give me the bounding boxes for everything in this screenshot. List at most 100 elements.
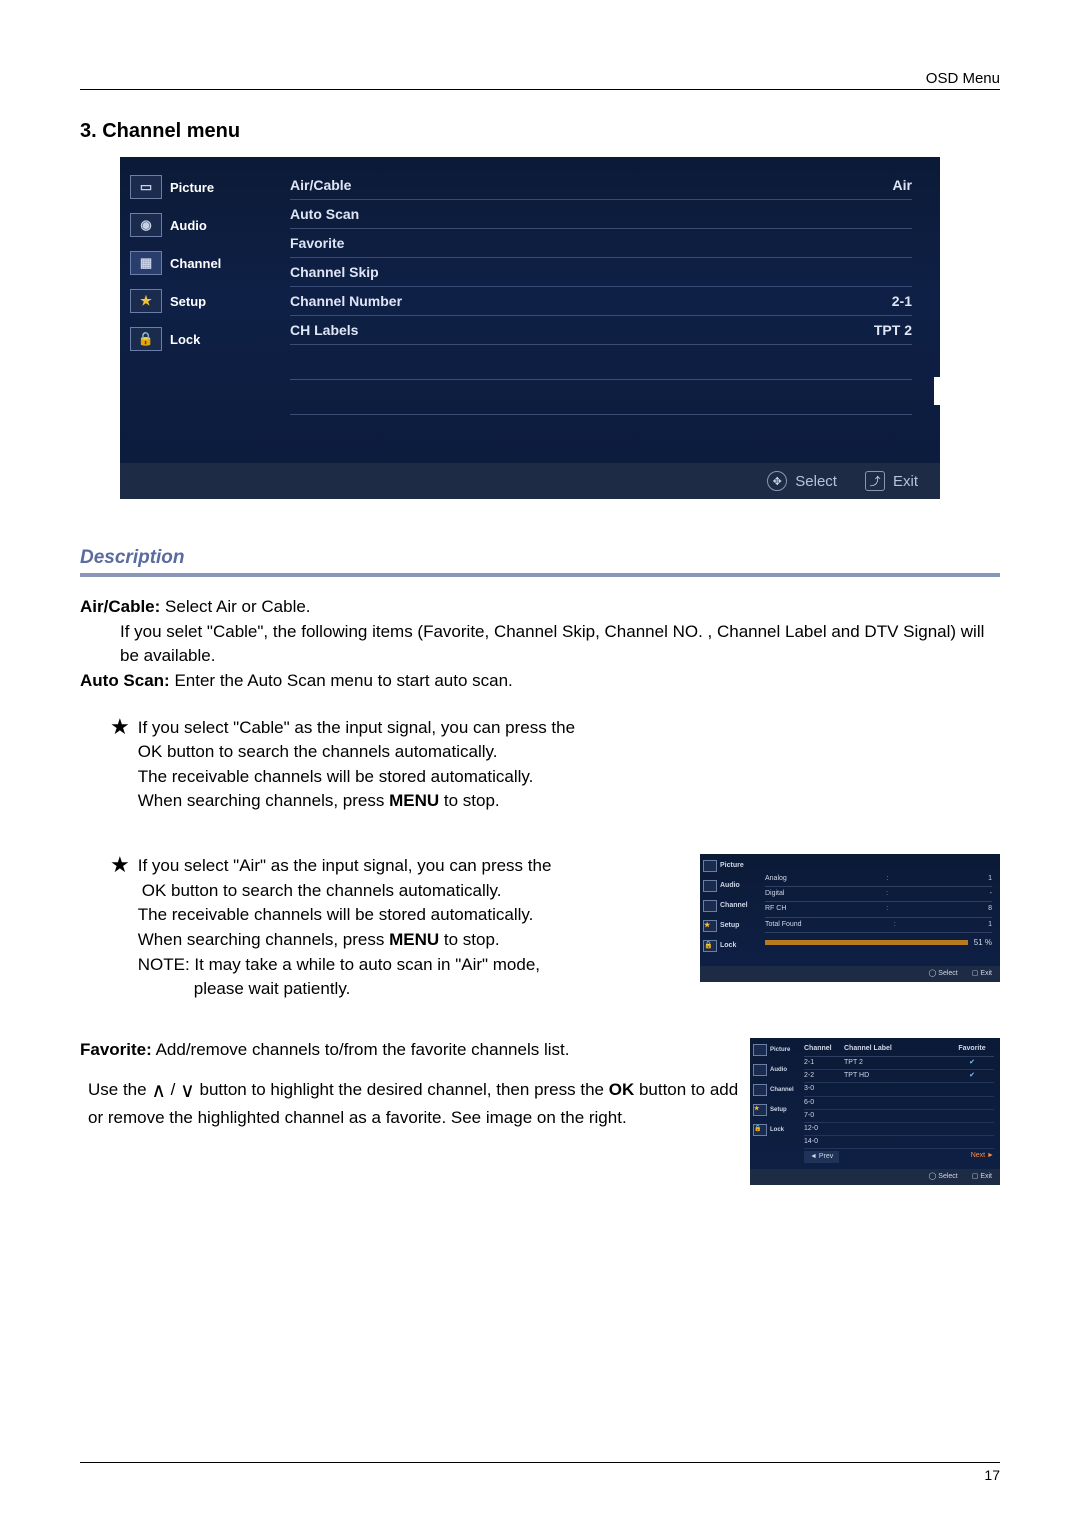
star-block-cable: ★ If you select "Cable" as the input sig… (80, 716, 1000, 815)
mini-side-label: Lock (720, 941, 736, 951)
osd-channel-menu: ▭ Picture ◉ Audio ▦ Channel ★ Setup 🔒 (120, 157, 940, 499)
star1-line3: The receivable channels will be stored a… (138, 765, 575, 790)
mini2-footer-exit: Exit (980, 1173, 992, 1180)
text-autoscan: Enter the Auto Scan menu to start auto s… (170, 671, 513, 690)
text-favorite: Add/remove channels to/from the favorite… (152, 1040, 570, 1059)
star2-line5: NOTE: It may take a while to auto scan i… (138, 953, 552, 978)
star2-line2: OK button to search the channels automat… (142, 879, 552, 904)
sidebar-item-lock[interactable]: 🔒 Lock (130, 327, 274, 351)
star-icon: ★ (110, 854, 130, 1002)
osd-row-blank (290, 345, 912, 380)
star2-line6: please wait patiently. (194, 977, 552, 1002)
osd-row-autoscan[interactable]: Auto Scan (290, 200, 912, 229)
mini-scan-value: 1 (988, 874, 992, 884)
osd-row-value: 2-1 (892, 293, 912, 309)
mini-scan-value: 1 (988, 920, 992, 930)
osd-row-value: Air (893, 177, 912, 193)
picture-icon: ▭ (130, 175, 162, 199)
osd-row-label: CH Labels (290, 322, 358, 338)
description-rule (80, 573, 1000, 577)
mini-side-label: Setup (720, 921, 739, 931)
setup-icon: ★ (130, 289, 162, 313)
text-aircable-note: If you selet "Cable", the following item… (120, 620, 1000, 669)
mini-scan-label: Total Found (765, 920, 802, 930)
osd-row-blank (290, 380, 912, 415)
fav-para-a: Use the (88, 1080, 151, 1099)
progress-text: 51 % (974, 937, 992, 949)
osd-row-value: TPT 2 (874, 322, 912, 338)
mini-side-label: Channel (720, 901, 748, 911)
mini-scan-label: Digital (765, 889, 784, 899)
footer-exit-label: Exit (893, 473, 918, 490)
osd-main-panel: Air/Cable Air Auto Scan Favorite Channel… (280, 157, 940, 463)
label-aircable: Air/Cable: (80, 597, 160, 616)
mini-scan-label: Analog (765, 874, 787, 884)
dpad-icon: ✥ (767, 471, 787, 491)
footer-select-label: Select (795, 473, 837, 490)
mini2-side-label: Picture (770, 1046, 790, 1055)
star1-line4c: to stop. (439, 791, 499, 810)
osd-row-chlabels[interactable]: CH Labels TPT 2 (290, 316, 912, 345)
mini2-side-label: Lock (770, 1126, 784, 1135)
fav-para-ok: OK (609, 1080, 635, 1099)
osd-row-label: Air/Cable (290, 177, 351, 193)
star1-line2: OK button to search the channels automat… (138, 740, 575, 765)
sidebar-item-label: Lock (170, 332, 200, 347)
mini-fav-next[interactable]: Next ► (971, 1151, 994, 1163)
mini-scan-value: - (990, 889, 992, 899)
sidebar-item-label: Channel (170, 256, 221, 271)
osd-footer: ✥ Select ⤴ Exit (120, 463, 940, 499)
sidebar-item-label: Setup (170, 294, 206, 309)
mini-footer-select: Select (938, 970, 957, 977)
osd-row-channelskip[interactable]: Channel Skip (290, 258, 912, 287)
favorite-section: Favorite: Add/remove channels to/from th… (80, 1038, 1000, 1185)
star2-line4b: MENU (389, 930, 439, 949)
down-arrow-icon: ∨ (180, 1080, 195, 1102)
page-number: 17 (984, 1467, 1000, 1483)
progress-bar (765, 940, 968, 945)
mini-footer-exit: Exit (980, 970, 992, 977)
mini-fav-head-fav: Favorite (950, 1044, 994, 1054)
sidebar-item-setup[interactable]: ★ Setup (130, 289, 274, 313)
channel-icon: ▦ (130, 251, 162, 275)
lock-icon: 🔒 (130, 327, 162, 351)
audio-icon: ◉ (130, 213, 162, 237)
mini-autoscan-screenshot: Picture Audio Channel ★Setup 🔒Lock Analo… (700, 854, 1000, 982)
osd-row-label: Channel Skip (290, 264, 379, 280)
mini-fav-prev[interactable]: ◄ Prev (804, 1151, 839, 1163)
osd-row-label: Auto Scan (290, 206, 359, 222)
footer-exit[interactable]: ⤴ Exit (865, 471, 918, 491)
sidebar-item-picture[interactable]: ▭ Picture (130, 175, 274, 199)
sidebar-item-label: Picture (170, 180, 214, 195)
star-icon: ★ (110, 716, 130, 815)
page-header: OSD Menu (80, 70, 1000, 90)
star2-line4a: When searching channels, press (138, 930, 389, 949)
star1-line1: If you select "Cable" as the input signa… (138, 716, 575, 741)
mini-side-label: Picture (720, 861, 744, 871)
text-aircable: Select Air or Cable. (160, 597, 310, 616)
sidebar-item-channel[interactable]: ▦ Channel (130, 251, 274, 275)
osd-sidebar: ▭ Picture ◉ Audio ▦ Channel ★ Setup 🔒 (120, 157, 280, 463)
star1-line4b: MENU (389, 791, 439, 810)
sidebar-item-audio[interactable]: ◉ Audio (130, 213, 274, 237)
mini2-side-label: Setup (770, 1106, 787, 1115)
star-block-air-row: ★ If you select "Air" as the input signa… (80, 854, 1000, 1002)
description-body: Air/Cable: Select Air or Cable. If you s… (80, 595, 1000, 1185)
star1-line4a: When searching channels, press (138, 791, 389, 810)
footer-select[interactable]: ✥ Select (767, 471, 837, 491)
up-arrow-icon: ∧ (151, 1080, 166, 1102)
mini2-side-label: Channel (770, 1086, 794, 1095)
star2-line3: The receivable channels will be stored a… (138, 903, 552, 928)
label-autoscan: Auto Scan: (80, 671, 170, 690)
section-title: 3. Channel menu (80, 120, 1000, 143)
description-heading: Description (80, 547, 1000, 569)
mini-fav-head-label: Channel Label (844, 1044, 950, 1054)
exit-icon: ⤴ (865, 471, 885, 491)
osd-row-favorite[interactable]: Favorite (290, 229, 912, 258)
label-favorite: Favorite: (80, 1040, 152, 1059)
fav-para-b: button to highlight the desired channel,… (195, 1080, 609, 1099)
mini-scan-label: RF CH (765, 904, 786, 914)
osd-row-channelnumber[interactable]: Channel Number 2-1 (290, 287, 912, 316)
osd-row-aircable[interactable]: Air/Cable Air (290, 171, 912, 200)
header-right-text: OSD Menu (926, 70, 1000, 87)
